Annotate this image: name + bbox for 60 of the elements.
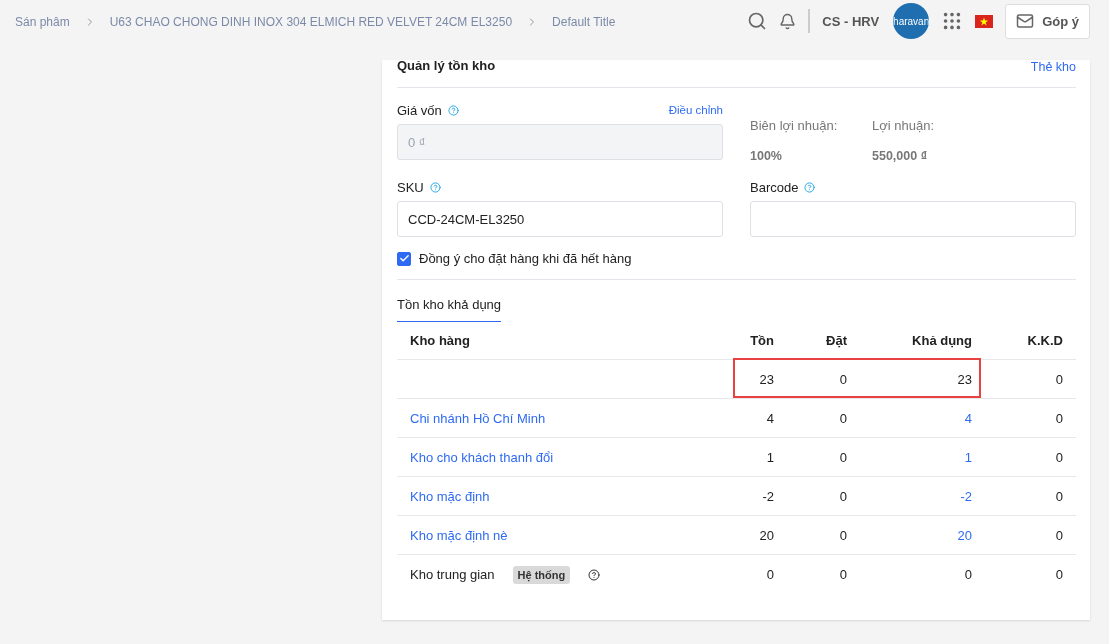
warehouse-link[interactable]: Kho cho khách thanh đổi xyxy=(410,449,694,465)
avatar[interactable]: haravan xyxy=(893,3,930,39)
table-cell-text: 0 xyxy=(838,567,847,582)
table-cell-text: 0 xyxy=(838,371,847,387)
table-cell-text: 0 xyxy=(963,567,972,582)
barcode-field[interactable] xyxy=(750,201,1076,237)
checkbox[interactable] xyxy=(397,251,411,266)
sku-label: SKU xyxy=(397,179,441,195)
margin-label: Biên lợi nhuận: xyxy=(750,118,839,133)
breadcrumb-item[interactable]: Sán phâm xyxy=(15,15,70,29)
breadcrumb-item[interactable]: U63 CHAO CHONG DINH INOX 304 ELMICH RED VELVET 24CM EL3250 xyxy=(109,15,513,29)
search-icon[interactable] xyxy=(747,11,768,31)
table-cell-text: 0 xyxy=(838,527,847,543)
table-cell-text: 4 xyxy=(963,410,972,426)
table-cell-text: -2 xyxy=(959,488,972,504)
table-cell-text: 0 xyxy=(765,567,774,582)
margin-value: 100% xyxy=(750,149,783,163)
barcode-label: Barcode xyxy=(750,179,816,195)
help-icon[interactable] xyxy=(588,568,601,581)
flag-icon[interactable] xyxy=(975,14,994,28)
table-cell-text: 0 xyxy=(838,488,847,504)
table-cell-text: 0 xyxy=(1054,371,1063,387)
warehouse-name: Kho trung gian xyxy=(410,567,495,582)
profit-label: Lợi nhuận: xyxy=(872,118,936,133)
warehouse-link[interactable]: Kho mặc định xyxy=(410,488,694,504)
table-cell-text: 0 xyxy=(838,410,847,426)
cost-label: Giá vốn xyxy=(397,102,459,118)
checkbox-label: Đồng ý cho đặt hàng khi đã hết hàng xyxy=(419,251,632,266)
warehouse-link[interactable]: Kho mặc định nè xyxy=(410,527,694,543)
table-cell-text: 0 xyxy=(1054,527,1063,543)
column-header: Kho hàng xyxy=(410,333,471,348)
column-header: K.K.D xyxy=(1026,333,1063,348)
sku-field[interactable]: CCD-24CM-EL3250 xyxy=(397,201,723,237)
table-cell-text: 20 xyxy=(956,527,972,543)
warehouse-link[interactable]: Chi nhánh Hồ Chí Minh xyxy=(410,410,694,426)
table-cell-text: 1 xyxy=(963,449,972,465)
table-cell-text: 0 xyxy=(1054,567,1063,582)
table-cell-text: 1 xyxy=(765,449,774,465)
table-cell-text: 23 xyxy=(956,371,972,387)
table-cell-text: 4 xyxy=(765,410,774,426)
tab[interactable]: Tồn kho khả dụng xyxy=(397,297,502,322)
table-cell-text: 20 xyxy=(758,527,774,543)
table-cell-text: 0 xyxy=(1054,449,1063,465)
system-tag: Hệ thống xyxy=(512,565,571,584)
column-header: Tồn xyxy=(749,333,774,348)
table-cell-text: 23 xyxy=(758,371,774,387)
mail-icon xyxy=(1016,12,1035,30)
column-header: Khả dụng xyxy=(911,333,972,348)
breadcrumb-item: Default Title xyxy=(552,15,616,29)
account-name[interactable]: CS - HRV xyxy=(822,13,880,29)
table-cell-text: 0 xyxy=(838,449,847,465)
profit-value: 550,000 ₫ xyxy=(872,149,929,163)
column-header: Đặt xyxy=(825,333,847,348)
table-cell-text: -2 xyxy=(761,488,774,504)
stock-card-link[interactable]: Thẻ kho xyxy=(1030,60,1076,74)
table-cell-text: 0 xyxy=(1054,488,1063,504)
bell-icon[interactable] xyxy=(779,12,797,30)
table-cell-text: 0 xyxy=(1054,410,1063,426)
feedback-button[interactable]: Góp ý xyxy=(1005,3,1090,39)
card-title: Quản lý tồn kho xyxy=(397,58,496,73)
